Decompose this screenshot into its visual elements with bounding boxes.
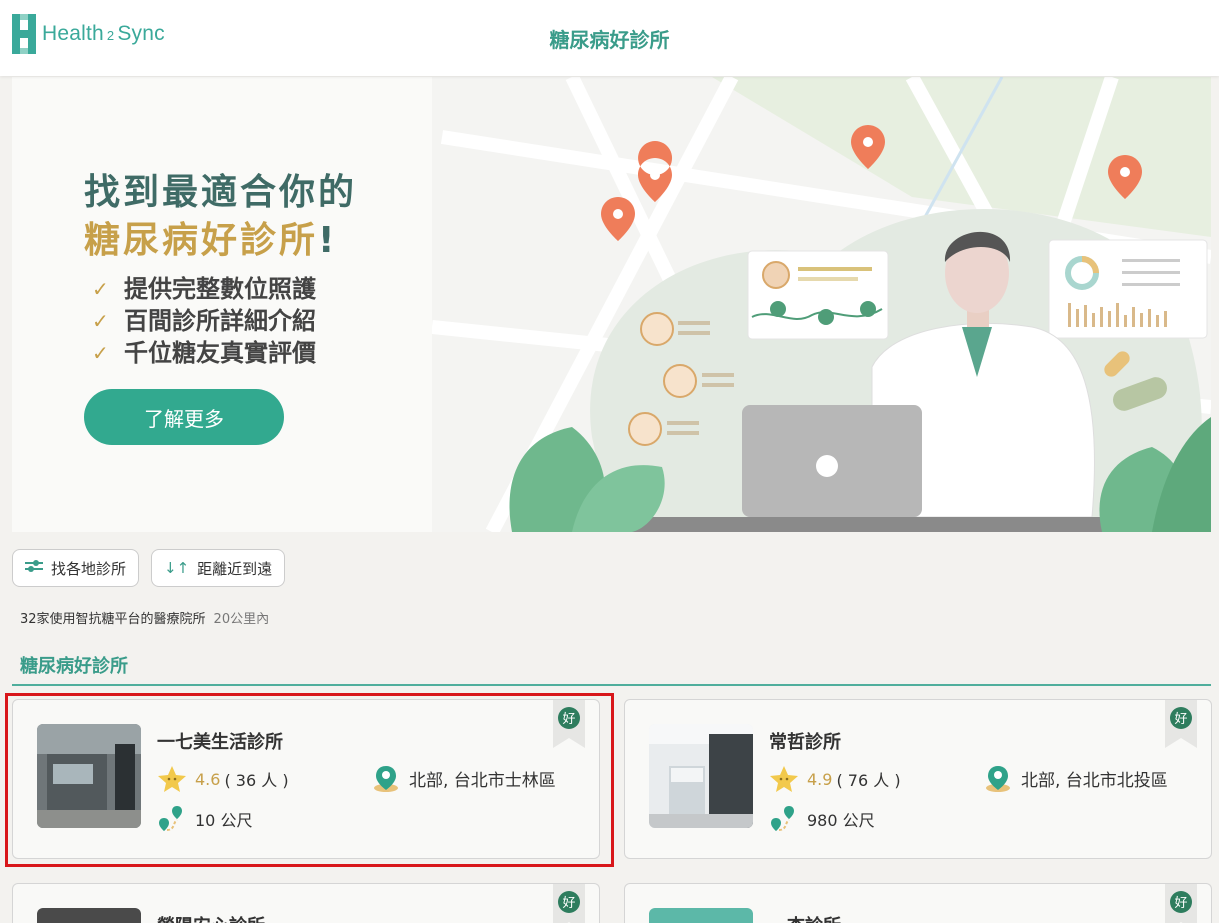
clinic-photo	[37, 908, 141, 923]
check-icon: ✓	[92, 277, 109, 301]
clinic-name[interactable]: 一杏診所	[769, 912, 841, 923]
results-count: 32家使用智抗糖平台的醫療院所	[20, 612, 206, 627]
badge-label: 好	[1174, 712, 1187, 727]
star-icon	[158, 766, 186, 792]
clinic-card[interactable]: 一七美生活診所 4.6 ( 36 人 ) 北部, 台北市士林區 10 公尺 好	[12, 699, 600, 859]
section-divider	[12, 684, 1211, 686]
sliders-icon	[25, 559, 43, 577]
distance-text: 980 公尺	[807, 811, 875, 830]
results-summary: 32家使用智抗糖平台的醫療院所 20公里內	[20, 608, 269, 627]
check-icon: ✓	[92, 309, 109, 333]
clinic-name[interactable]: 一七美生活診所	[157, 728, 283, 754]
sort-arrows-icon: ↓↑	[164, 559, 190, 577]
check-icon: ✓	[92, 341, 109, 365]
good-clinic-badge: 好	[553, 700, 585, 748]
clinic-photo	[649, 724, 753, 828]
clinic-location: 北部, 台北市北投區	[985, 764, 1168, 792]
clinic-card[interactable]: 榮陽安心診所 好	[12, 883, 600, 923]
review-count: ( 36 人 )	[224, 771, 289, 790]
route-icon	[159, 806, 182, 831]
badge-label: 好	[1174, 896, 1187, 911]
review-count: ( 76 人 )	[836, 771, 901, 790]
hero-heading-line1: 找到最適合你的	[84, 172, 358, 213]
sort-label: 距離近到遠	[197, 559, 273, 578]
learn-more-button[interactable]: 了解更多	[84, 389, 284, 445]
clinic-rating: 4.9 ( 76 人 )	[769, 764, 901, 794]
badge-label: 好	[562, 896, 575, 911]
top-bar: Health 2 Sync 糖尿病好診所	[0, 0, 1219, 76]
clinic-card[interactable]: 常哲診所 4.9 ( 76 人 ) 北部, 台北市北投區 980 公尺 好	[624, 699, 1212, 859]
region-filter-label: 找各地診所	[51, 559, 127, 578]
clinic-distance: 10 公尺	[157, 804, 252, 834]
clinic-name[interactable]: 常哲診所	[769, 728, 841, 754]
location-pin-icon	[374, 766, 398, 792]
hero-feature-item: ✓ 千位糖友真實評價	[92, 339, 316, 367]
hero-banner: 找到最適合你的 糖尿病好診所! ✓ 提供完整數位照護 ✓ 百間診所詳細介紹 ✓ 千位糖…	[12, 77, 1211, 532]
clinic-location: 北部, 台北市士林區	[373, 764, 556, 792]
clinic-card[interactable]: 一杏診所 好	[624, 883, 1212, 923]
good-clinic-badge: 好	[1165, 884, 1197, 923]
clinic-rating: 4.6 ( 36 人 )	[157, 764, 289, 794]
clinic-name[interactable]: 榮陽安心診所	[157, 912, 265, 923]
filter-bar: 找各地診所 ↓↑ 距離近到遠	[12, 549, 286, 587]
region-filter-button[interactable]: 找各地診所	[12, 549, 140, 587]
region-text: 北部, 台北市士林區	[409, 770, 556, 791]
good-clinic-badge: 好	[553, 884, 585, 923]
star-icon	[770, 766, 798, 792]
clinic-distance: 980 公尺	[769, 804, 875, 834]
search-radius: 20公里內	[213, 612, 270, 627]
clinic-photo	[37, 724, 141, 828]
badge-label: 好	[562, 712, 575, 727]
route-icon	[771, 806, 794, 831]
good-clinic-badge: 好	[1165, 700, 1197, 748]
location-pin-icon	[986, 766, 1010, 792]
hero-feature-list: ✓ 提供完整數位照護 ✓ 百間診所詳細介紹 ✓ 千位糖友真實評價	[92, 273, 316, 369]
region-text: 北部, 台北市北投區	[1021, 770, 1168, 791]
section-title: 糖尿病好診所	[20, 656, 128, 677]
rating-value: 4.6	[195, 769, 221, 789]
clinic-photo	[649, 908, 753, 923]
distance-text: 10 公尺	[195, 811, 253, 830]
hero-feature-item: ✓ 提供完整數位照護	[92, 275, 316, 303]
hero-heading-line2: 糖尿病好診所!	[84, 220, 338, 261]
rating-value: 4.9	[807, 769, 833, 789]
sort-distance-button[interactable]: ↓↑ 距離近到遠	[151, 549, 286, 587]
page-title: 糖尿病好診所	[549, 28, 670, 52]
hero-feature-item: ✓ 百間診所詳細介紹	[92, 307, 316, 335]
